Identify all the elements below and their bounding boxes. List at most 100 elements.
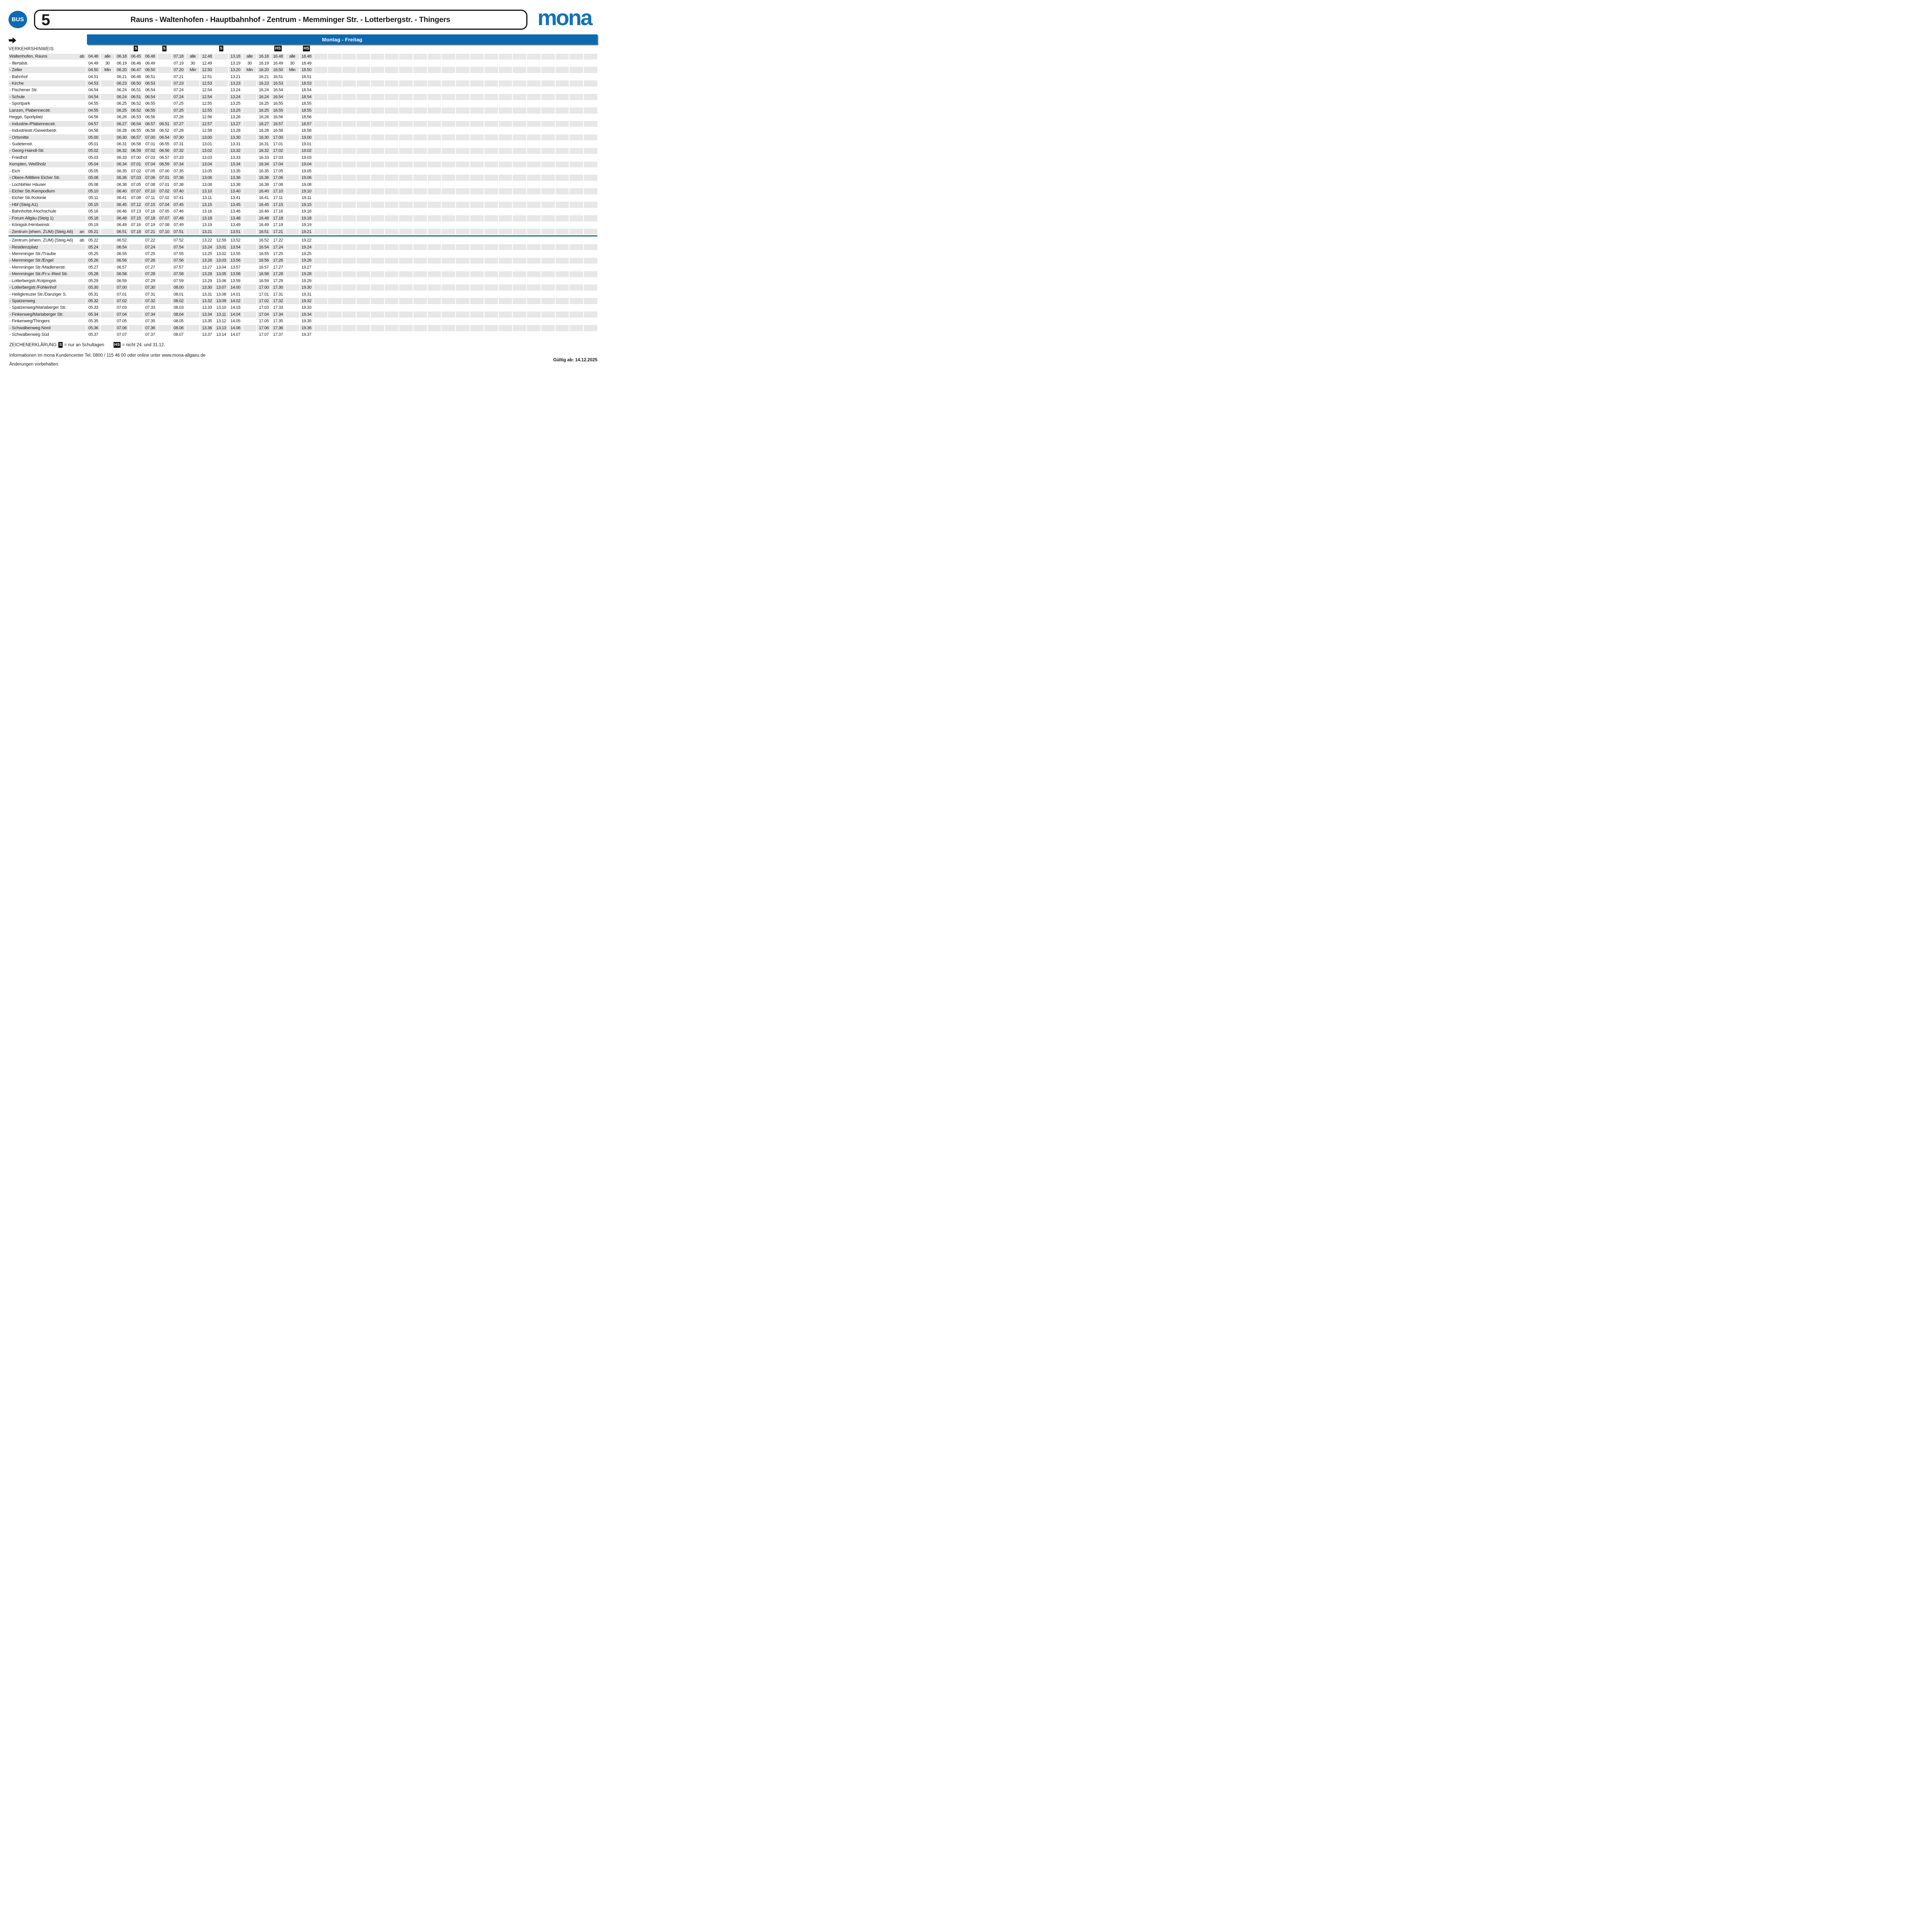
time-cell [513,195,526,201]
time-cell [101,87,114,94]
time-cell: 16.19 [257,60,270,66]
time-cell [385,202,398,208]
time-cell [570,67,583,73]
time-cell [485,264,498,270]
time-cell [371,271,384,277]
time-cell [158,101,171,107]
time-cell [371,202,384,208]
time-cell: alle [101,54,114,60]
time-cell [357,251,370,257]
time-cell [413,229,427,235]
time-cell [556,209,569,215]
time-cell [456,182,469,188]
time-cell: 17.28 [271,271,285,277]
time-cell [158,74,171,80]
time-cell [428,311,441,318]
time-cell [101,175,114,181]
time-cell: 13.45 [229,202,242,208]
time-cell [527,209,541,215]
time-cell [499,182,512,188]
time-cell: 13.01 [200,141,214,147]
time-cell [399,325,413,331]
time-cell: 07.16 [143,209,157,215]
time-cell [357,318,370,325]
time-cell [428,237,441,243]
time-cell: 07.22 [143,237,157,243]
time-cell: 07.21 [143,229,157,235]
time-cell [456,87,469,94]
time-cell [527,325,541,331]
time-cell: 19.18 [300,215,313,221]
time-cell [485,114,498,120]
time-cell [570,195,583,201]
time-cell [328,94,342,100]
stop-name: - Illertalstr. [9,61,28,66]
time-cell [541,222,555,228]
time-cell [570,209,583,215]
time-cell [570,318,583,325]
time-cell [541,325,555,331]
time-cell [357,305,370,311]
time-cell [428,121,441,127]
stop-name-cell: Waltenhofen, Raunsab [9,54,86,60]
time-cell [399,244,413,250]
time-cell [499,175,512,181]
time-cell [314,237,327,243]
time-cell [513,222,526,228]
time-cell: 17.36 [271,325,285,331]
time-cell [485,134,498,141]
timetable-row: - Memminger Str./Fr.v.-Ried Str.05.2806.… [9,271,597,277]
time-cell [385,305,398,311]
legend-title: ZEICHENERKLÄRUNG: [9,343,58,347]
time-cell [243,107,257,114]
timetable-row: - Memminger Str./Traube05.2506.5507.2507… [9,251,597,257]
time-cell [570,182,583,188]
time-cell [499,94,512,100]
time-cell: 08.06 [172,325,185,331]
time-cell [385,182,398,188]
time-cell [214,168,228,174]
stop-name: - Industriestr./Gewerbestr. [9,128,57,133]
time-cell [342,318,356,325]
time-cell [428,134,441,141]
time-cell: 04.56 [87,114,100,120]
time-cell [456,222,469,228]
time-cell [541,284,555,291]
time-cell [399,202,413,208]
time-cell [584,229,597,235]
time-cell [442,318,455,325]
time-cell [499,278,512,284]
time-cell [527,168,541,174]
time-cell [357,188,370,194]
time-cell: 06.20 [115,67,129,73]
time-cell [428,318,441,325]
time-cell [214,202,228,208]
time-cell: 07.58 [172,271,185,277]
time-cell [428,74,441,80]
time-cell: 16.55 [257,251,270,257]
timetable-row: - Kirche04.5306.2306.5006.5307.2312.5313… [9,80,597,87]
time-cell: 13.46 [229,209,242,215]
timetable-page: BUS 5 Rauns - Waltenhofen - Hauptbahnhof… [0,0,606,429]
time-cell [101,168,114,174]
time-cell [485,80,498,87]
time-cell [513,188,526,194]
time-cell: 06.28 [115,128,129,134]
time-cell [101,305,114,311]
time-cell [584,202,597,208]
time-cell [428,101,441,107]
time-cell [485,87,498,94]
time-cell [442,188,455,194]
time-cell: Min [243,67,257,73]
time-cell: 06.23 [115,80,129,87]
time-cell [158,325,171,331]
time-cell: 17.05 [257,318,270,325]
time-cell: 07.15 [143,202,157,208]
time-cell [243,284,257,291]
time-cell: 16.48 [257,215,270,221]
time-cell [286,188,299,194]
time-cell [456,107,469,114]
time-cell [158,60,171,66]
time-cell [385,101,398,107]
time-cell [513,114,526,120]
